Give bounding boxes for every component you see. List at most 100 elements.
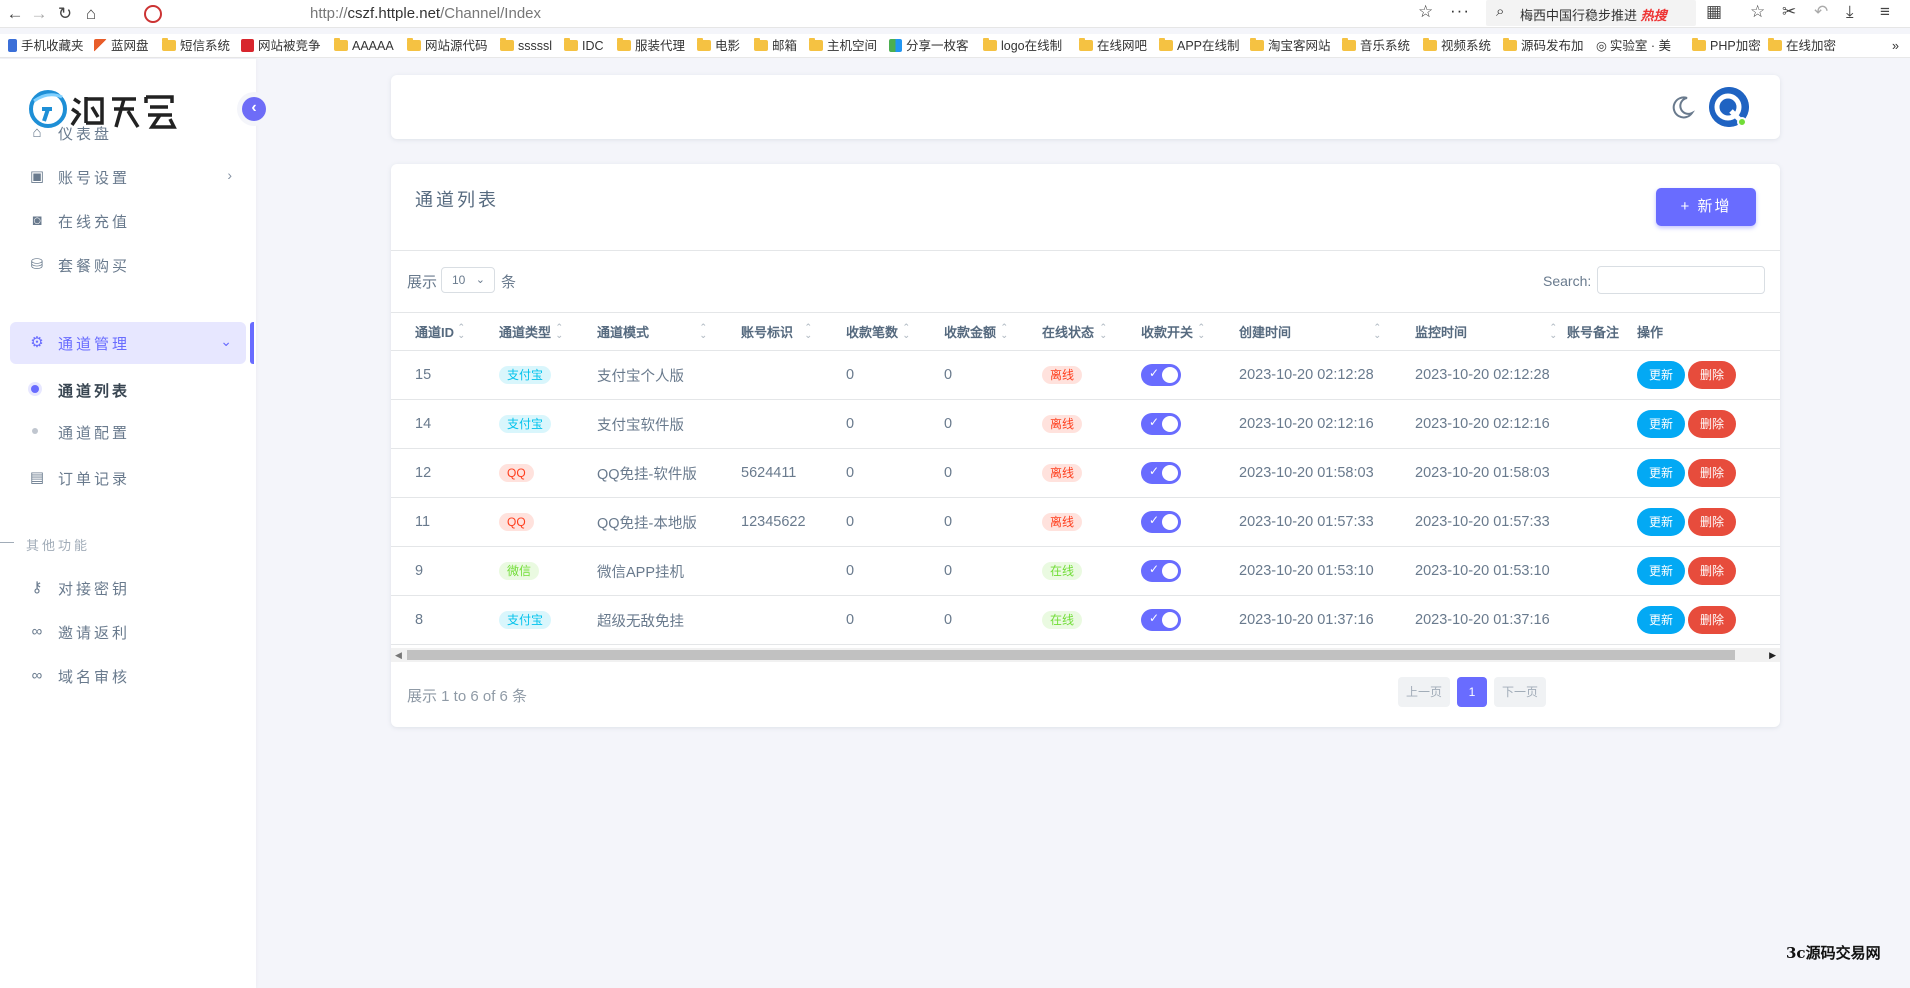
table-row: 14 支付宝 支付宝软件版 0 0 离线 ✓ 2023-10-20 02:12:16 2023-…: [391, 399, 1780, 449]
chevron-left-icon[interactable]: ‹: [242, 97, 266, 121]
bookmark-item[interactable]: ◎ 实验室 · 美: [1596, 37, 1671, 55]
column-header[interactable]: 账号标识 ⌃ ⌄: [717, 312, 822, 351]
update-button[interactable]: 更新: [1637, 606, 1685, 634]
user-card-icon: ▣: [29, 168, 45, 185]
bookmark-folder[interactable]: 服装代理: [617, 37, 685, 55]
menu-item-package-purchase[interactable]: ⛁ 套餐购买: [10, 244, 246, 286]
menu-item-order-records[interactable]: ▤ 订单记录: [10, 457, 246, 499]
page-1-button[interactable]: 1: [1457, 677, 1487, 707]
update-button[interactable]: 更新: [1637, 410, 1685, 438]
cell-type: QQ: [475, 497, 573, 547]
prev-page-button[interactable]: 上一页: [1398, 677, 1450, 707]
column-header[interactable]: 收款开关 ⌃ ⌄: [1117, 312, 1215, 351]
bookmark-star-icon[interactable]: ☆: [1418, 2, 1433, 22]
channel-table: 通道ID ⌃ ⌄ 通道类型 ⌃ ⌄ 通道模式 ⌃ ⌄ 账号标识 ⌃ ⌄ 收款笔数 ⌃ ⌄ 收款金额 ⌃ ⌄ 在线状态…: [391, 312, 1780, 645]
delete-button[interactable]: 删除: [1688, 410, 1736, 438]
wallet-icon: ◙: [32, 212, 42, 229]
url-path: /Channel/Index: [440, 5, 541, 22]
undo-icon[interactable]: ↶: [1814, 2, 1828, 22]
menu-item-referral[interactable]: ∞ 邀请返利: [10, 611, 246, 653]
submenu-item-channel-config[interactable]: 通道配置: [10, 414, 246, 448]
menu-icon[interactable]: ≡: [1880, 2, 1890, 22]
table-row: 15 支付宝 支付宝个人版 0 0 离线 ✓ 2023-10-20 02:12:28 2023-…: [391, 350, 1780, 400]
update-button[interactable]: 更新: [1637, 361, 1685, 389]
bookmark-folder[interactable]: PHP加密: [1692, 37, 1761, 55]
delete-button[interactable]: 删除: [1688, 459, 1736, 487]
submenu-item-channel-list[interactable]: 通道列表: [10, 372, 246, 406]
more-icon[interactable]: ···: [1450, 1, 1470, 21]
add-channel-button[interactable]: + 新增: [1656, 188, 1756, 226]
delete-button[interactable]: 删除: [1688, 606, 1736, 634]
horizontal-scrollbar[interactable]: ◀ ▶: [391, 648, 1780, 662]
check-icon: ✓: [1149, 366, 1160, 380]
bookmark-folder[interactable]: 邮箱: [754, 37, 797, 55]
payment-toggle[interactable]: ✓: [1141, 560, 1181, 582]
type-badge: 微信: [499, 562, 540, 580]
bookmark-folder[interactable]: 电影: [697, 37, 740, 55]
payment-toggle[interactable]: ✓: [1141, 462, 1181, 484]
column-header[interactable]: 在线状态 ⌃ ⌄: [1018, 312, 1117, 351]
payment-toggle[interactable]: ✓: [1141, 511, 1181, 533]
update-button[interactable]: 更新: [1637, 508, 1685, 536]
bookmark-folder[interactable]: 视频系统: [1423, 37, 1491, 55]
watermark: 3c源码交易网: [1786, 944, 1881, 962]
bookmark-folder[interactable]: 源码发布加: [1503, 37, 1584, 55]
payment-toggle[interactable]: ✓: [1141, 364, 1181, 386]
bookmark-item[interactable]: 网站被竞争: [241, 37, 321, 55]
bookmark-folder[interactable]: 在线加密: [1768, 37, 1836, 55]
payment-toggle[interactable]: ✓: [1141, 413, 1181, 435]
bookmark-folder[interactable]: 音乐系统: [1342, 37, 1410, 55]
search-input[interactable]: [1597, 266, 1765, 294]
column-header[interactable]: 收款金额 ⌃ ⌄: [920, 312, 1018, 351]
favorites-icon[interactable]: ☆: [1750, 2, 1765, 22]
forward-arrow-icon[interactable]: →: [28, 3, 50, 25]
moon-icon[interactable]: [1669, 93, 1697, 121]
bookmark-folder[interactable]: AAAAA: [334, 37, 394, 55]
table-header-row: 通道ID ⌃ ⌄ 通道类型 ⌃ ⌄ 通道模式 ⌃ ⌄ 账号标识 ⌃ ⌄ 收款笔数 ⌃ ⌄ 收款金额 ⌃ ⌄ 在线状态…: [391, 312, 1780, 351]
bookmark-folder[interactable]: 在线网吧: [1079, 37, 1147, 55]
column-header[interactable]: 通道ID ⌃ ⌄: [391, 312, 475, 351]
bookmark-item[interactable]: 蓝网盘: [94, 37, 149, 55]
scissors-icon[interactable]: ✂: [1782, 2, 1796, 22]
apps-grid-icon[interactable]: ▦: [1706, 2, 1722, 22]
browser-search-box[interactable]: ⌕ 梅西中国行稳步推进 热搜: [1486, 0, 1696, 26]
menu-item-channel-management[interactable]: ⚙ 通道管理 ⌄: [10, 322, 246, 364]
menu-item-recharge[interactable]: ◙ 在线充值: [10, 200, 246, 242]
bookmark-folder[interactable]: 淘宝客网站: [1250, 37, 1331, 55]
update-button[interactable]: 更新: [1637, 459, 1685, 487]
bookmarks-overflow-icon[interactable]: »: [1892, 37, 1899, 55]
site-security-icon[interactable]: [144, 5, 162, 23]
home-icon[interactable]: ⌂: [80, 3, 102, 25]
column-header[interactable]: 创建时间 ⌃ ⌄: [1215, 312, 1391, 351]
bookmark-folder[interactable]: 短信系统: [162, 37, 230, 55]
update-button[interactable]: 更新: [1637, 557, 1685, 585]
cell-created: 2023-10-20 02:12:16: [1215, 399, 1391, 449]
download-icon[interactable]: ⤓: [1846, 2, 1854, 22]
menu-item-account-settings[interactable]: ▣ 账号设置 ›: [10, 156, 246, 198]
column-header[interactable]: 收款笔数 ⌃ ⌄: [822, 312, 920, 351]
column-header[interactable]: 监控时间 ⌃ ⌄: [1391, 312, 1567, 351]
column-header[interactable]: 通道类型 ⌃ ⌄: [475, 312, 573, 351]
bookmark-item[interactable]: 分享一枚客: [889, 37, 969, 55]
bookmark-item[interactable]: 手机收藏夹: [8, 37, 84, 55]
bookmark-folder[interactable]: 主机空间: [809, 37, 877, 55]
next-page-button[interactable]: 下一页: [1494, 677, 1546, 707]
menu-item-domain-review[interactable]: ∞ 域名审核: [10, 655, 246, 697]
payment-toggle[interactable]: ✓: [1141, 609, 1181, 631]
delete-button[interactable]: 删除: [1688, 361, 1736, 389]
delete-button[interactable]: 删除: [1688, 508, 1736, 536]
back-arrow-icon[interactable]: ←: [4, 3, 26, 25]
bookmark-folder[interactable]: sssssl: [500, 37, 552, 55]
bookmark-folder[interactable]: APP在线制: [1159, 37, 1240, 55]
menu-item-api-key[interactable]: ⚷ 对接密钥: [10, 567, 246, 609]
menu-item-dashboard[interactable]: ⌂ 仪表盘: [10, 112, 246, 154]
delete-button[interactable]: 删除: [1688, 557, 1736, 585]
bookmark-folder[interactable]: 网站源代码: [407, 37, 488, 55]
address-bar[interactable]: http://cszf.httple.net/Channel/Index: [138, 3, 1438, 25]
cell-type: 支付宝: [475, 399, 573, 449]
column-header[interactable]: 通道模式 ⌃ ⌄: [573, 312, 717, 351]
page-length-select[interactable]: 10 ⌄: [441, 267, 495, 293]
bookmark-folder[interactable]: logo在线制: [983, 37, 1062, 55]
bookmark-folder[interactable]: IDC: [564, 37, 604, 55]
reload-icon[interactable]: ↻: [54, 3, 76, 25]
